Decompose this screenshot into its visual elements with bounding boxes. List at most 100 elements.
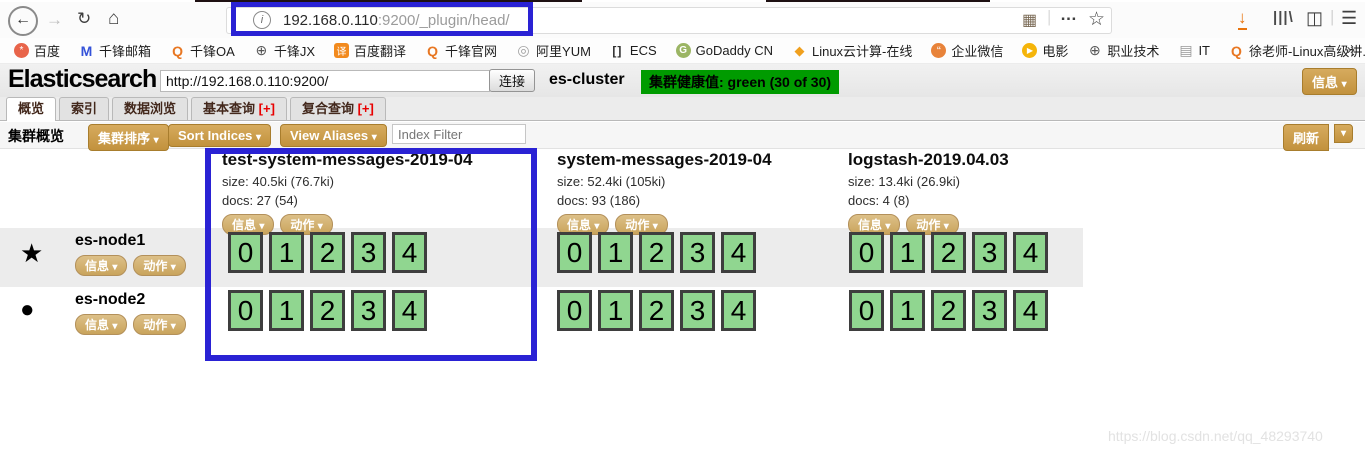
node-name: es-node2 [75, 291, 145, 309]
shard-box[interactable]: 3 [972, 232, 1007, 273]
chevron-down-icon: ▾ [653, 221, 658, 232]
bookmark-baidu-translate[interactable]: 译百度翻译 [334, 41, 406, 60]
bookmark-qianfeng-site[interactable]: Q千锋官网 [425, 41, 497, 60]
shard-box[interactable]: 2 [639, 290, 674, 331]
node-info-button[interactable]: 信息 ▾ [75, 255, 127, 276]
bookmark-qianfeng-jx[interactable]: ⊕千锋JX [254, 41, 315, 60]
qr-code-icon[interactable]: ▦ [1022, 10, 1037, 30]
button-label: 动作 [143, 259, 167, 273]
index-docs: docs: 93 (186) [557, 193, 772, 208]
page-title: Elasticsearch [8, 65, 156, 94]
cluster-sort-button[interactable]: 集群排序 ▾ [88, 124, 169, 151]
refresh-dropdown-icon[interactable]: ▾ [1334, 124, 1353, 143]
shard-box[interactable]: 1 [598, 290, 633, 331]
bookmark-ecs[interactable]: []ECS [610, 43, 657, 58]
shard-box[interactable]: 4 [721, 290, 756, 331]
browser-navbar: ← → ↻ ⌂ i 192.168.0.110:9200/_plugin/hea… [0, 2, 1365, 39]
node-info-button[interactable]: 信息 ▾ [75, 314, 127, 335]
page-actions-icon[interactable]: … [1060, 5, 1077, 25]
view-aliases-button[interactable]: View Aliases ▾ [280, 124, 387, 147]
shard-box[interactable]: 0 [228, 232, 263, 273]
bookmark-xu-teacher[interactable]: Q徐老师-Linux高级讲... [1229, 41, 1365, 60]
shard-box[interactable]: 3 [351, 232, 386, 273]
shard-group: 01234 [849, 232, 1054, 273]
chevron-down-icon: ▾ [171, 262, 176, 273]
tab-plus: [+] [255, 101, 275, 116]
shard-box[interactable]: 1 [598, 232, 633, 273]
connect-button[interactable]: 连接 [489, 69, 535, 92]
button-label: 信息 [567, 218, 591, 232]
shard-box[interactable]: 4 [392, 290, 427, 331]
chevron-down-icon: ▾ [256, 132, 261, 143]
tab-compound-query[interactable]: 复合查询 [+] [290, 97, 386, 120]
index-name: system-messages-2019-04 [557, 150, 772, 170]
bookmark-wecom[interactable]: “企业微信 [931, 41, 1003, 60]
shard-box[interactable]: 0 [849, 290, 884, 331]
shard-box[interactable]: 0 [228, 290, 263, 331]
shard-box[interactable]: 1 [269, 232, 304, 273]
library-icon[interactable]: |||\ [1273, 9, 1294, 26]
reload-icon[interactable]: ↻ [77, 9, 91, 29]
shard-box[interactable]: 3 [680, 232, 715, 273]
translate-icon: 译 [334, 43, 349, 58]
bookmark-star-icon[interactable]: ☆ [1088, 8, 1105, 31]
shard-box[interactable]: 1 [890, 232, 925, 273]
shard-box[interactable]: 3 [972, 290, 1007, 331]
shard-box[interactable]: 2 [310, 232, 345, 273]
shard-box[interactable]: 2 [931, 290, 966, 331]
shard-box[interactable]: 1 [890, 290, 925, 331]
bookmarks-overflow-icon[interactable]: » [1347, 41, 1355, 58]
site-info-icon[interactable]: i [253, 11, 271, 29]
shard-group: 01234 [228, 232, 433, 273]
refresh-button[interactable]: 刷新 [1283, 124, 1329, 151]
shard-box[interactable]: 3 [680, 290, 715, 331]
tab-indices[interactable]: 索引 [59, 97, 109, 120]
divider: | [1330, 7, 1334, 27]
bookmark-movies[interactable]: ▶电影 [1022, 41, 1068, 60]
bookmark-label: GoDaddy CN [696, 43, 773, 58]
tab-plus: [+] [354, 101, 374, 116]
bookmark-vocational[interactable]: ⊕职业技术 [1087, 41, 1159, 60]
hamburger-menu-icon[interactable]: ☰ [1341, 8, 1357, 29]
tab-basic-query[interactable]: 基本查询 [+] [191, 97, 287, 120]
shard-box[interactable]: 2 [310, 290, 345, 331]
tab-overview[interactable]: 概览 [6, 97, 56, 121]
sort-indices-button[interactable]: Sort Indices ▾ [168, 124, 271, 147]
shard-box[interactable]: 0 [849, 232, 884, 273]
index-filter-input[interactable] [392, 124, 526, 144]
back-icon[interactable]: ← [8, 6, 38, 36]
node-actions-button[interactable]: 动作 ▾ [133, 314, 185, 335]
bookmark-it-folder[interactable]: ▤IT [1178, 43, 1210, 58]
shard-box[interactable]: 1 [269, 290, 304, 331]
url-text[interactable]: 192.168.0.110:9200/_plugin/head/ [283, 12, 510, 29]
header-info-button[interactable]: 信息 ▾ [1302, 68, 1357, 95]
index-size: size: 52.4ki (105ki) [557, 174, 772, 189]
sidebar-icon[interactable]: ◫ [1306, 8, 1323, 29]
shard-box[interactable]: 4 [1013, 232, 1048, 273]
tab-label: 复合查询 [302, 101, 354, 116]
forward-icon[interactable]: → [46, 10, 63, 30]
bookmark-ali-yum[interactable]: ◎阿里YUM [516, 41, 591, 60]
bookmark-godaddy[interactable]: GGoDaddy CN [676, 43, 773, 58]
shard-box[interactable]: 4 [721, 232, 756, 273]
bookmark-baidu[interactable]: *百度 [14, 41, 60, 60]
node-actions-button[interactable]: 动作 ▾ [133, 255, 185, 276]
chevron-down-icon: ▾ [259, 221, 264, 232]
shard-group: 01234 [228, 290, 433, 331]
shard-box[interactable]: 0 [557, 232, 592, 273]
bookmark-linux-cloud[interactable]: ◆Linux云计算-在线 [792, 41, 912, 60]
bookmark-qianfeng-oa[interactable]: Q千锋OA [170, 41, 235, 60]
shard-box[interactable]: 4 [1013, 290, 1048, 331]
tab-label: 数据浏览 [124, 101, 176, 116]
home-icon[interactable]: ⌂ [108, 8, 119, 30]
tab-browser[interactable]: 数据浏览 [112, 97, 188, 120]
button-label: 动作 [143, 318, 167, 332]
shard-box[interactable]: 2 [931, 232, 966, 273]
endpoint-input[interactable] [160, 70, 490, 92]
download-icon[interactable]: ↓ [1238, 8, 1247, 30]
shard-box[interactable]: 2 [639, 232, 674, 273]
shard-box[interactable]: 4 [392, 232, 427, 273]
shard-box[interactable]: 0 [557, 290, 592, 331]
shard-box[interactable]: 3 [351, 290, 386, 331]
bookmark-qianfeng-mail[interactable]: M千锋邮箱 [79, 41, 151, 60]
